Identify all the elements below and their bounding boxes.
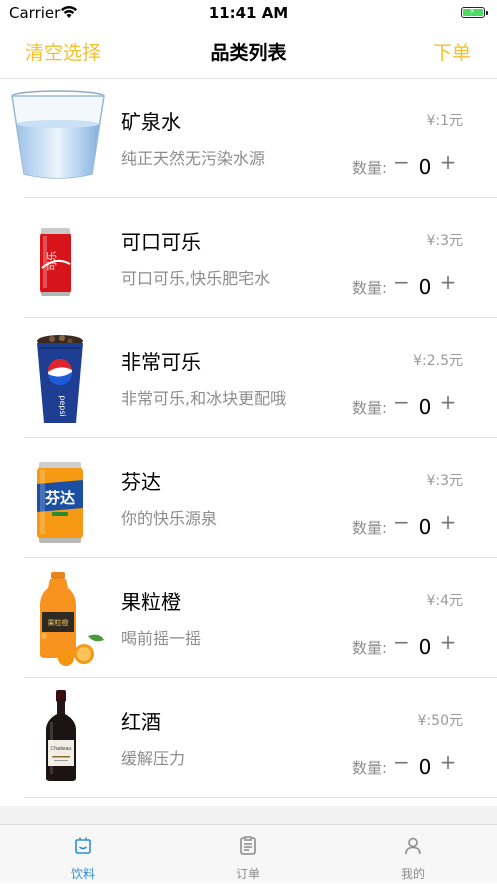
orders-tab-icon [240,836,256,855]
decrease-quantity-button[interactable]: − [393,750,410,774]
status-time: 11:41 AM [208,4,289,22]
product-price: ¥:4元 [426,593,463,609]
tab-label: 我的 [400,867,425,881]
svg-text:果粒橙: 果粒橙 [48,618,69,627]
product-name: 果粒橙 [121,590,181,614]
pepsi-cup-icon: pepsi [37,335,83,423]
product-price: ¥:3元 [426,473,463,489]
place-order-button[interactable]: 下单 [433,38,471,65]
quantity-value: 0 [418,515,432,539]
svg-text:可乐: 可乐 [47,251,59,271]
product-name: 非常可乐 [121,350,201,374]
product-description: 非常可乐,和冰块更配哦 [121,389,287,408]
orange-juice-bottle-icon: 果粒橙 [40,572,104,666]
increase-quantity-button[interactable]: + [438,270,458,294]
quantity-label: 数量: [352,159,388,177]
increase-quantity-button[interactable]: + [438,150,458,174]
svg-text:Chateau: Chateau [51,746,72,752]
product-name: 矿泉水 [121,110,181,134]
product-description: 可口可乐,快乐肥宅水 [121,269,271,288]
svg-text:pepsi: pepsi [58,395,67,416]
product-description: 你的快乐源泉 [121,509,218,528]
product-price: ¥:3元 [426,233,463,249]
red-wine-bottle-icon: Chateau [46,690,76,781]
product-name: 可口可乐 [121,230,201,254]
tab-profile[interactable]: 我的 [353,825,473,884]
product-price: ¥:1元 [426,113,463,129]
list-footer-band [0,806,497,824]
quantity-label: 数量: [352,759,388,777]
product-row[interactable]: pepsi 非常可乐 非常可乐,和冰块更配哦 ¥:2.5元 数量: − 0 + [0,318,497,438]
increase-quantity-button[interactable]: + [438,630,458,654]
row-divider [24,797,497,798]
quantity-value: 0 [418,275,432,299]
status-bar: Carrier 11:41 AM ⚡ [0,0,497,26]
quantity-label: 数量: [352,399,388,417]
water-glass-icon [11,90,105,179]
tab-drinks[interactable]: 饮料 [23,825,143,884]
product-row[interactable]: 芬达 芬达 你的快乐源泉 ¥:3元 数量: − 0 + [0,438,497,558]
quantity-value: 0 [418,635,432,659]
fanta-can-icon: 芬达 [37,462,83,543]
product-name: 芬达 [121,470,161,494]
product-list[interactable]: 矿泉水 纯正天然无污染水源 ¥:1元 数量: − 0 + 可乐 可口可乐 可口可… [0,78,497,806]
product-price: ¥:50元 [417,713,463,729]
drinks-tab-icon [75,837,91,854]
quantity-value: 0 [418,155,432,179]
decrease-quantity-button[interactable]: − [393,630,410,654]
quantity-value: 0 [418,395,432,419]
decrease-quantity-button[interactable]: − [393,150,410,174]
quantity-label: 数量: [352,639,388,657]
product-name: 红酒 [121,710,161,734]
product-row[interactable]: 矿泉水 纯正天然无污染水源 ¥:1元 数量: − 0 + [0,78,497,198]
quantity-value: 0 [418,755,432,779]
product-price: ¥:2.5元 [413,353,463,369]
battery-icon: ⚡ [461,7,488,18]
page-title: 品类列表 [210,42,287,64]
increase-quantity-button[interactable]: + [438,390,458,414]
product-row[interactable]: 果粒橙 果粒橙 喝前摇一摇 ¥:4元 数量: − 0 + [0,558,497,678]
profile-tab-icon [405,837,421,855]
quantity-label: 数量: [352,279,388,297]
decrease-quantity-button[interactable]: − [393,270,410,294]
tab-orders[interactable]: 订单 [188,825,308,884]
decrease-quantity-button[interactable]: − [393,390,410,414]
product-description: 纯正天然无污染水源 [121,149,266,168]
tab-label: 订单 [235,867,260,881]
quantity-label: 数量: [352,519,388,537]
increase-quantity-button[interactable]: + [438,750,458,774]
navigation-bar: 清空选择 品类列表 下单 [0,26,497,79]
coca-cola-can-icon: 可乐 [40,228,71,296]
svg-text:芬达: 芬达 [45,489,75,507]
product-row[interactable]: Chateau 红酒 缓解压力 ¥:50元 数量: − 0 + [0,678,497,798]
increase-quantity-button[interactable]: + [438,510,458,534]
product-description: 喝前摇一摇 [121,629,202,648]
tab-label: 饮料 [70,867,95,881]
decrease-quantity-button[interactable]: − [393,510,410,534]
product-description: 缓解压力 [121,749,186,768]
tab-bar: 饮料 订单 我的 [0,824,497,883]
product-row[interactable]: 可乐 可口可乐 可口可乐,快乐肥宅水 ¥:3元 数量: − 0 + [0,198,497,318]
